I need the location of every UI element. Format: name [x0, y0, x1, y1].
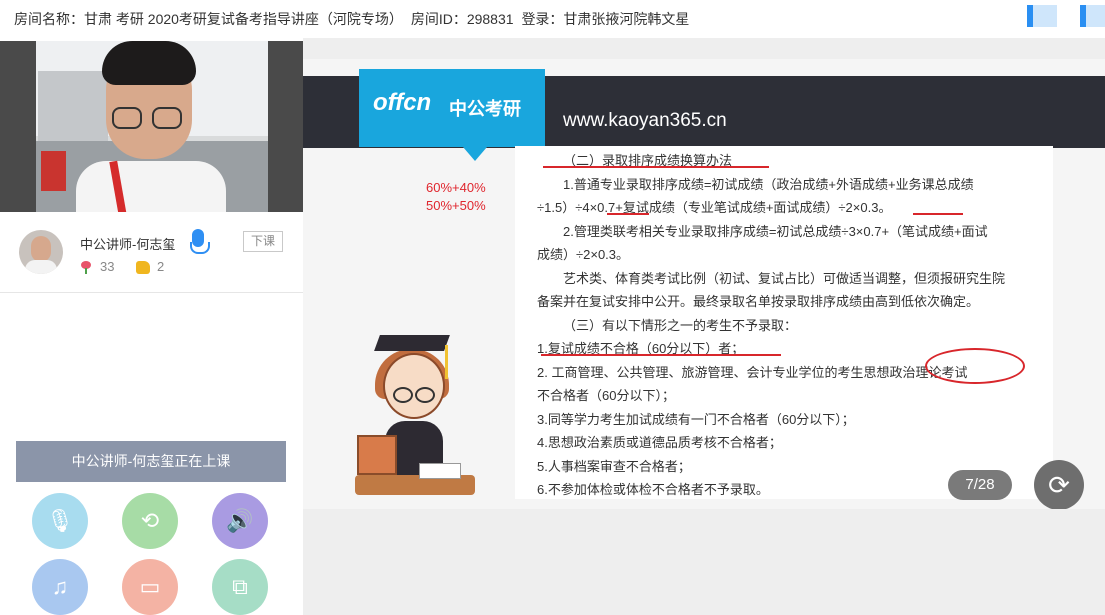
circle-annotation — [925, 348, 1025, 384]
camera-switch-button[interactable]: ⟲ — [122, 493, 178, 549]
screen-share-icon: ⧉ — [232, 574, 248, 599]
doc-line: 6.不参加体检或体检不合格者不予录取。 — [537, 482, 769, 497]
room-id: 房间ID：298831 — [410, 11, 514, 27]
illustration-paper — [419, 463, 461, 479]
mic-off-icon: 🎙 — [46, 508, 74, 533]
logo-chinese: 中公考研 — [449, 99, 521, 119]
left-panel: 中公讲师-何志玺 下课 33 2 中公讲师-何志玺正在上课 🎙 ⟲ 🔊 ♫ ▭ … — [0, 38, 303, 615]
video-glasses-left — [112, 107, 142, 129]
doc-line: 1.普通专业录取排序成绩=初试成绩（政治成绩+外语成绩+业务课总成绩 — [563, 177, 974, 192]
camera-rotate-icon: ⟲ — [140, 508, 160, 533]
underline-annotation — [541, 354, 781, 356]
slide-url: www.kaoyan365.cn — [563, 110, 727, 131]
doc-line: 艺术类、体育类考试比例（初试、复试占比）可做适当调整，但须报研究生院 — [563, 271, 1006, 286]
login-user: 登录：甘肃张掖河院韩文星 — [521, 11, 690, 27]
logo-pointer — [463, 147, 487, 161]
annotation-pct-1: 60%+40% — [426, 180, 486, 195]
thumbs-up-icon — [136, 261, 150, 274]
avatar-body — [25, 260, 57, 274]
underline-annotation — [607, 213, 649, 215]
doc-line: 5.人事档案审查不合格者； — [537, 459, 691, 474]
room-name: 房间名称：甘肃 考研 2020考研复试备考指导讲座（河院专场） — [14, 11, 403, 27]
doc-line: 2. 工商管理、公共管理、旅游管理、会计专业学位的考生思想政治理论考试 — [537, 365, 968, 380]
mic-toggle-button[interactable]: 🎙 — [32, 493, 88, 549]
slide-document: （二）录取排序成绩换算办法 1.普通专业录取排序成绩=初试成绩（政治成绩+外语成… — [515, 146, 1053, 499]
graduation-cap-icon — [374, 335, 450, 351]
speaker-icon: 🔊 — [226, 508, 254, 533]
room-header: 房间名称：甘肃 考研 2020考研复试备考指导讲座（河院专场） 房间ID：298… — [0, 0, 1105, 38]
music-button[interactable]: ♫ — [32, 559, 88, 615]
illustration-face — [383, 353, 445, 419]
logo-text: offcn — [373, 89, 432, 116]
video-frame — [36, 41, 268, 212]
video-button[interactable]: ▭ — [122, 559, 178, 615]
refresh-icon: ⟳ — [1048, 470, 1070, 500]
video-hair — [102, 41, 196, 85]
books-icon — [357, 435, 397, 475]
video-glasses-right — [152, 107, 182, 129]
video-icon: ▭ — [139, 574, 161, 599]
offcn-logo: offcn 中公考研 — [359, 69, 545, 147]
video-shelf — [38, 71, 108, 151]
window-control-b[interactable] — [1080, 5, 1105, 27]
teacher-info: 中公讲师-何志玺 下课 33 2 — [0, 212, 303, 293]
annotation-pct-2: 50%+50% — [426, 198, 486, 213]
doc-line: ÷1.5）÷4×0.7+复试成绩（专业笔试成绩+面试成绩）÷2×0.3。 — [537, 200, 892, 215]
doc-line: 4.思想政治素质或道德品质考核不合格者； — [537, 435, 782, 450]
class-status-button[interactable]: 中公讲师-何志玺正在上课 — [16, 441, 286, 482]
music-icon: ♫ — [51, 574, 69, 599]
slide-view: www.kaoyan365.cn offcn 中公考研 60%+40% 50%+… — [303, 59, 1105, 509]
avatar[interactable] — [19, 230, 63, 274]
microphone-base-icon — [190, 242, 210, 254]
speaker-button[interactable]: 🔊 — [212, 493, 268, 549]
underline-annotation — [543, 166, 769, 168]
page-indicator: 7/28 — [948, 470, 1012, 500]
illustration-glasses-right — [415, 387, 435, 403]
doc-line: 不合格者（60分以下）； — [537, 388, 675, 403]
teacher-name: 中公讲师-何志玺 — [80, 237, 176, 252]
flower-count: 33 — [100, 259, 115, 274]
flower-icon — [79, 261, 93, 274]
end-class-button[interactable]: 下课 — [243, 231, 283, 252]
underline-annotation — [913, 213, 963, 215]
video-shirt — [76, 161, 226, 212]
teacher-video — [0, 41, 303, 212]
main-area: www.kaoyan365.cn offcn 中公考研 60%+40% 50%+… — [303, 38, 1105, 615]
graduate-illustration — [355, 335, 475, 505]
doc-line: （三）有以下情形之一的考生不予录取： — [563, 318, 798, 333]
screen-share-button[interactable]: ⧉ — [212, 559, 268, 615]
doc-line: 备案并在复试安排中公开。最终录取名单按录取排序成绩由高到低依次确定。 — [537, 294, 980, 309]
illustration-glasses-left — [393, 387, 413, 403]
refresh-button[interactable]: ⟳ — [1034, 460, 1084, 509]
avatar-face — [31, 236, 51, 262]
window-control-a[interactable] — [1027, 5, 1057, 27]
cap-tassel — [445, 345, 448, 379]
room-title: 房间名称：甘肃 考研 2020考研复试备考指导讲座（河院专场） 房间ID：298… — [14, 9, 693, 29]
doc-line: 3.同等学力考生加试成绩有一门不合格者（60分以下）； — [537, 412, 855, 427]
doc-line: 成绩）÷2×0.3。 — [537, 247, 630, 262]
video-banner — [41, 151, 66, 191]
like-count: 2 — [157, 259, 165, 274]
doc-line: 2.管理类联考相关专业录取排序成绩=初试总成绩÷3×0.7+（笔试成绩+面试 — [563, 224, 988, 239]
